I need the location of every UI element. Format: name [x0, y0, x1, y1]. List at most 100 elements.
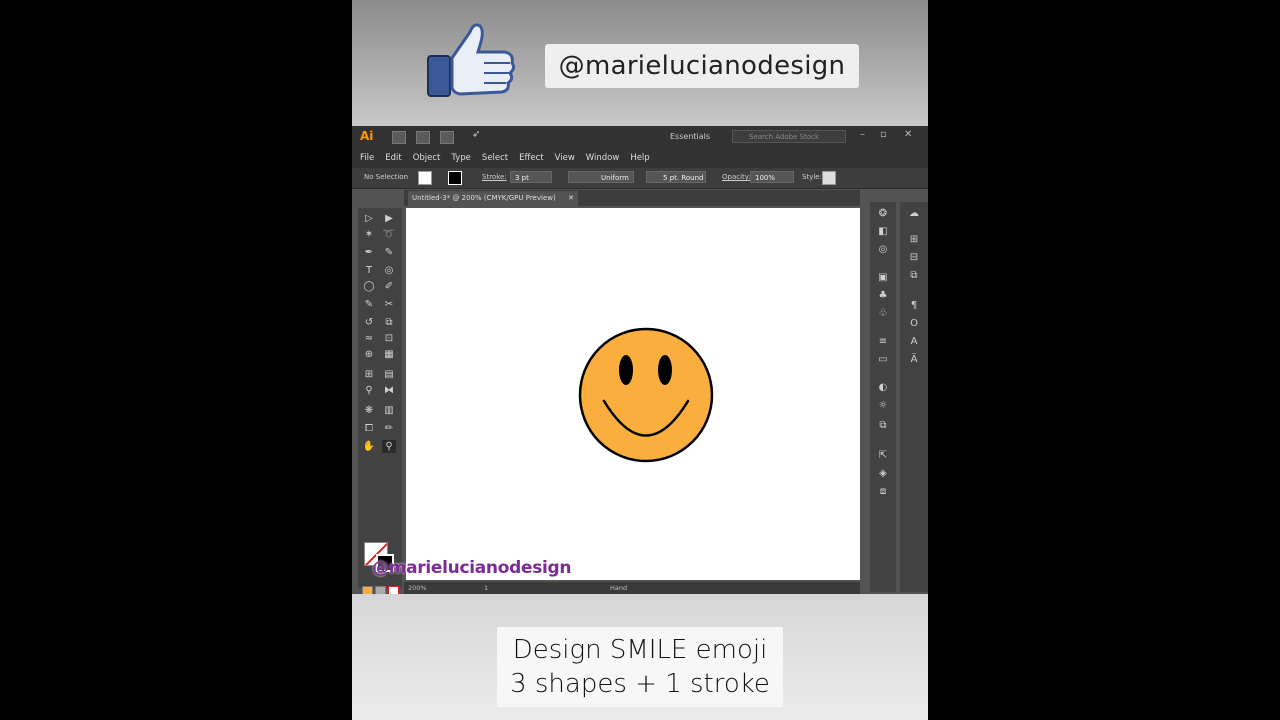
menu-type[interactable]: Type: [451, 153, 471, 163]
zoom-level[interactable]: 200%: [408, 584, 427, 592]
rocket-icon[interactable]: ➶: [472, 129, 484, 140]
stroke-label[interactable]: Stroke:: [482, 173, 507, 181]
spiral-tool-icon[interactable]: ◎: [382, 264, 396, 277]
stroke-panel-icon[interactable]: ≡: [876, 336, 890, 348]
glyphs-icon[interactable]: Ä: [907, 354, 921, 366]
graphic-style-swatch[interactable]: [822, 171, 836, 185]
panel-dock-left: ❂ ◧ ◎ ▣ ♣ ♧ ≡ ▭ ◐ ☼ ⧉ ⇱ ◈ ⧈: [870, 202, 896, 592]
ellipse-tool-icon[interactable]: ◯: [362, 280, 376, 293]
color-guide-icon[interactable]: ❂: [876, 208, 890, 220]
paintbrush-icon[interactable]: ✐: [382, 280, 396, 293]
selection-status: No Selection: [364, 173, 409, 181]
artboards-panel-icon[interactable]: ⧈: [876, 486, 890, 498]
opacity-field[interactable]: 100%: [750, 171, 794, 183]
document-tab[interactable]: Untitled-3* @ 200% (CMYK/GPU Preview) ✕: [408, 191, 578, 206]
lasso-icon[interactable]: ➰: [382, 228, 396, 241]
perspective-grid-icon[interactable]: ▦: [382, 348, 396, 361]
menu-select[interactable]: Select: [482, 153, 508, 163]
transparency-icon[interactable]: ◐: [876, 382, 890, 394]
width-tool-icon[interactable]: ≈: [362, 332, 376, 345]
paragraph-icon[interactable]: ¶: [907, 300, 921, 312]
hand-tool-icon[interactable]: ✋: [362, 440, 376, 453]
right-eye[interactable]: [658, 355, 672, 385]
rotate-tool-icon[interactable]: ↺: [362, 316, 376, 329]
free-transform-icon[interactable]: ⊡: [382, 332, 396, 345]
pen-tool-icon[interactable]: ✒: [362, 246, 376, 259]
blend-tool-icon[interactable]: ⧓: [382, 384, 396, 397]
title-bar: Ai ➶ Essentials Search Adobe Stock – ▫ ✕: [352, 126, 928, 148]
maximize-icon[interactable]: ▫: [880, 129, 887, 140]
thumbs-up-icon: [427, 23, 516, 97]
workspace-switcher[interactable]: Essentials: [670, 132, 710, 141]
menu-edit[interactable]: Edit: [385, 153, 401, 163]
variable-width-profile[interactable]: Uniform: [568, 171, 634, 183]
magic-wand-icon[interactable]: ✶: [362, 228, 376, 241]
video-caption: Design SMILE emoji 3 shapes + 1 stroke: [497, 627, 783, 707]
artboard-number[interactable]: 1: [484, 584, 488, 592]
stock-icon[interactable]: [416, 131, 430, 144]
shape-builder-icon[interactable]: ⊕: [362, 348, 376, 361]
menu-window[interactable]: Window: [586, 153, 620, 163]
face-circle[interactable]: [578, 327, 714, 463]
image-trace-icon[interactable]: ▣: [876, 272, 890, 284]
minimize-icon[interactable]: –: [860, 129, 865, 140]
eyedropper-icon[interactable]: ⚲: [362, 384, 376, 397]
brushes-icon[interactable]: ◎: [876, 244, 890, 256]
gradient-tool-icon[interactable]: ▤: [382, 368, 396, 381]
close-icon[interactable]: ✕: [904, 129, 912, 140]
video-watermark: @marielucianodesign: [372, 558, 572, 578]
gradient-panel-icon[interactable]: ▭: [876, 354, 890, 366]
menu-object[interactable]: Object: [413, 153, 441, 163]
opacity-label[interactable]: Opacity:: [722, 173, 751, 181]
current-tool-status: Hand: [610, 584, 628, 592]
swatches-icon[interactable]: ◧: [876, 226, 890, 238]
transform-icon[interactable]: ⊞: [907, 234, 921, 246]
brush-definition[interactable]: 5 pt. Round: [646, 171, 706, 183]
graphic-styles-icon[interactable]: ♧: [876, 308, 890, 320]
smile-emoji-artwork[interactable]: [406, 208, 860, 580]
links-icon[interactable]: ⧉: [876, 420, 890, 432]
align-icon[interactable]: ⊟: [907, 252, 921, 264]
top-banner: @marielucianodesign: [352, 0, 928, 126]
type-tool-icon[interactable]: T: [362, 264, 376, 277]
tab-close-icon[interactable]: ✕: [568, 191, 574, 206]
arrange-documents-icon[interactable]: [440, 131, 454, 144]
pathfinder-icon[interactable]: ⧉: [907, 270, 921, 282]
mesh-tool-icon[interactable]: ⊞: [362, 368, 376, 381]
stock-search-input[interactable]: Search Adobe Stock: [732, 130, 846, 143]
stroke-weight-field[interactable]: 3 pt: [510, 171, 552, 183]
shaper-tool-icon[interactable]: ✎: [362, 298, 376, 311]
symbols-icon[interactable]: ♣: [876, 290, 890, 302]
artboard-tool-icon[interactable]: ⧠: [362, 422, 376, 435]
appearance-icon[interactable]: ☼: [876, 400, 890, 412]
cc-libraries-icon[interactable]: ☁: [907, 208, 921, 220]
caption-line-2: 3 shapes + 1 stroke: [510, 669, 770, 699]
stroke-swatch[interactable]: [448, 171, 462, 185]
selection-tool-icon[interactable]: ▷: [362, 212, 376, 225]
column-graph-icon[interactable]: ▥: [382, 404, 396, 417]
zoom-tool-icon[interactable]: ⚲: [382, 440, 396, 453]
canvas-area[interactable]: [404, 206, 864, 586]
slice-tool-icon[interactable]: ✏: [382, 422, 396, 435]
layers-icon[interactable]: ◈: [876, 468, 890, 480]
character-icon[interactable]: A: [907, 336, 921, 348]
menu-file[interactable]: File: [360, 153, 374, 163]
symbol-sprayer-icon[interactable]: ❋: [362, 404, 376, 417]
export-icon[interactable]: ⇱: [876, 450, 890, 462]
bridge-icon[interactable]: [392, 131, 406, 144]
document-tab-strip: Untitled-3* @ 200% (CMYK/GPU Preview) ✕: [404, 190, 860, 206]
artboard[interactable]: [406, 208, 860, 580]
opentype-icon[interactable]: O: [907, 318, 921, 330]
illustrator-window: Ai ➶ Essentials Search Adobe Stock – ▫ ✕…: [352, 126, 928, 597]
fill-swatch[interactable]: [418, 171, 432, 185]
curvature-tool-icon[interactable]: ✎: [382, 246, 396, 259]
menu-help[interactable]: Help: [630, 153, 649, 163]
bottom-banner: Design SMILE emoji 3 shapes + 1 stroke: [352, 594, 928, 720]
panel-dock-right: ☁ ⊞ ⊟ ⧉ ¶ O A Ä: [900, 202, 928, 592]
scissors-icon[interactable]: ✂: [382, 298, 396, 311]
left-eye[interactable]: [619, 355, 633, 385]
scale-tool-icon[interactable]: ⧉: [382, 316, 396, 329]
menu-effect[interactable]: Effect: [519, 153, 543, 163]
direct-selection-tool-icon[interactable]: ▶: [382, 212, 396, 225]
menu-view[interactable]: View: [555, 153, 575, 163]
